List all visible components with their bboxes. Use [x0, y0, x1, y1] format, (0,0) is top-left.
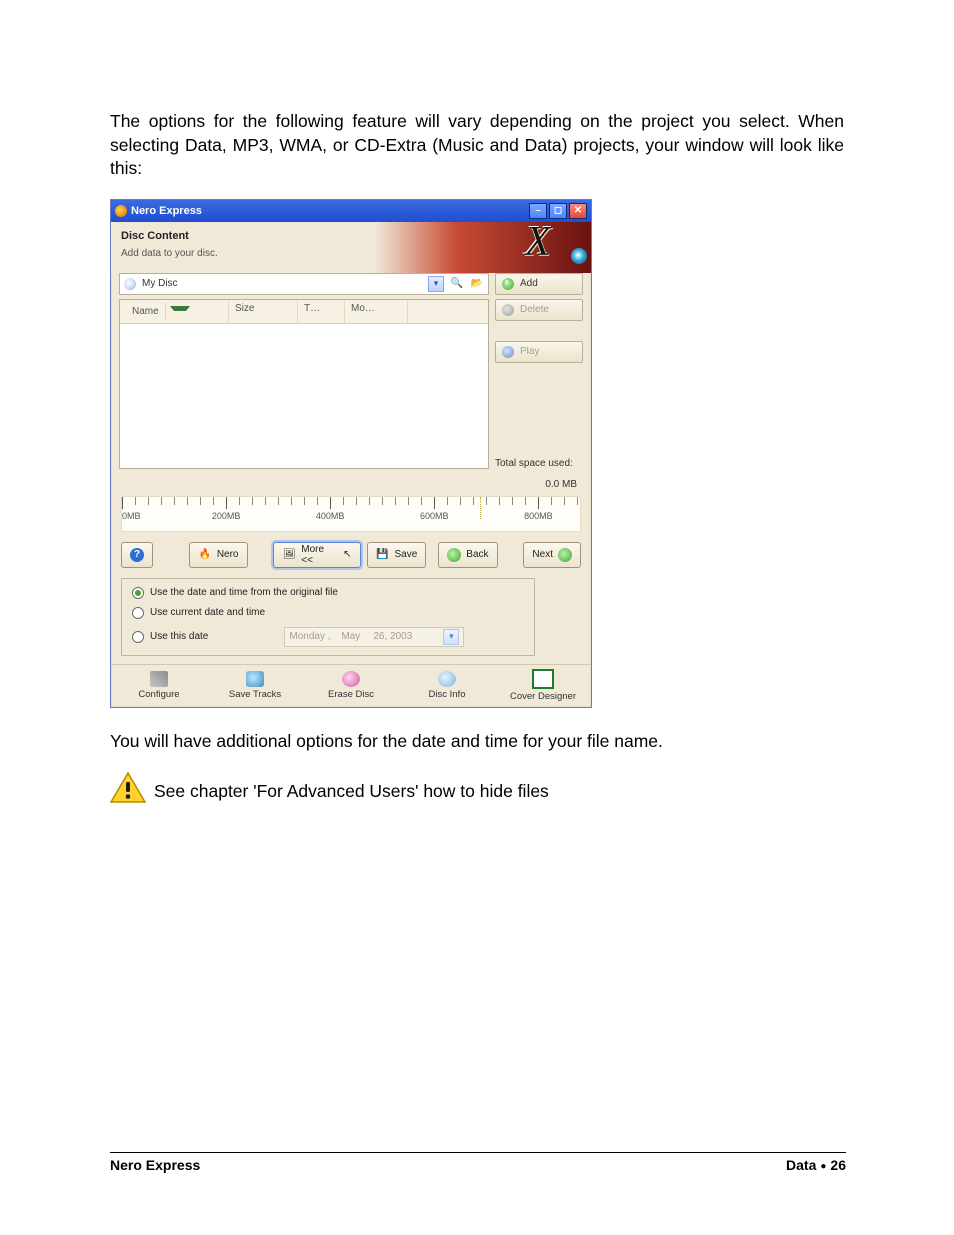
next-button[interactable]: Next — [523, 542, 581, 568]
close-button[interactable]: ✕ — [569, 203, 587, 219]
play-button[interactable]: Play — [495, 341, 583, 363]
date-options-panel: Use the date and time from the original … — [121, 578, 535, 656]
save-icon: 💾 — [376, 548, 390, 562]
brand-logo: X — [525, 224, 585, 268]
footer-right: Data●26 — [786, 1157, 846, 1173]
bottom-toolbar: Configure Save Tracks Erase Disc Disc In… — [111, 664, 591, 707]
open-folder-icon[interactable]: 📂 — [470, 277, 484, 291]
capacity-ruler: 0MB 200MB 400MB 600MB 800MB — [121, 496, 581, 532]
total-space-label: Total space used: — [495, 458, 583, 469]
save-tracks-icon — [246, 671, 264, 687]
window-title: Nero Express — [131, 205, 529, 217]
erase-icon — [342, 671, 360, 687]
help-icon: ? — [130, 548, 144, 562]
total-space-value: 0.0 MB — [111, 475, 591, 490]
disc-info-button[interactable]: Disc Info — [399, 665, 495, 707]
path-dropdown-button[interactable]: ▾ — [428, 276, 444, 292]
more-button[interactable]: 🖼More <<↖ — [273, 542, 360, 568]
file-list-header: Name Size T… Mo… — [120, 300, 488, 324]
next-icon — [558, 548, 572, 562]
col-modified[interactable]: Mo… — [345, 300, 408, 323]
col-size[interactable]: Size — [229, 300, 298, 323]
add-icon — [502, 278, 514, 290]
disc-path-value: My Disc — [142, 278, 422, 289]
header-subtitle: Add data to your disc. — [121, 248, 581, 259]
page-footer: Nero Express Data●26 — [110, 1152, 846, 1173]
save-tracks-button[interactable]: Save Tracks — [207, 665, 303, 707]
ruler-label: 400MB — [316, 511, 345, 521]
configure-button[interactable]: Configure — [111, 665, 207, 707]
ruler-label: 200MB — [212, 511, 241, 521]
play-icon — [502, 346, 514, 358]
cursor-icon: ↖ — [343, 549, 351, 560]
radio-icon — [132, 631, 144, 643]
more-icon: 🖼 — [282, 548, 296, 562]
ruler-label: 800MB — [524, 511, 553, 521]
add-button[interactable]: Add — [495, 273, 583, 295]
back-button[interactable]: Back — [438, 542, 497, 568]
warning-icon — [110, 772, 146, 804]
back-icon — [447, 548, 461, 562]
col-name[interactable]: Name — [126, 303, 166, 320]
radio-current-date[interactable]: Use current date and time — [132, 607, 524, 619]
radio-this-date[interactable]: Use this date Monday , May 26, 2003 ▾ — [132, 627, 524, 647]
radio-icon — [132, 607, 144, 619]
radio-icon — [132, 587, 144, 599]
title-bar: Nero Express – ◻ ✕ — [111, 200, 591, 222]
file-list[interactable]: Name Size T… Mo… — [119, 299, 489, 469]
browse-icon[interactable]: 🔍 — [450, 277, 464, 291]
radio-original-date[interactable]: Use the date and time from the original … — [132, 587, 524, 599]
nav-button-row: ? 🔥Nero 🖼More <<↖ 💾Save Back Next — [111, 532, 591, 578]
nero-express-window: Nero Express – ◻ ✕ Disc Content Add data… — [110, 199, 592, 708]
cover-designer-icon — [532, 669, 554, 689]
nero-button[interactable]: 🔥Nero — [189, 542, 248, 568]
maximize-button[interactable]: ◻ — [549, 203, 567, 219]
note-text: See chapter 'For Advanced Users' how to … — [154, 780, 549, 804]
help-button[interactable]: ? — [121, 542, 153, 568]
footer-left: Nero Express — [110, 1157, 200, 1173]
minimize-button[interactable]: – — [529, 203, 547, 219]
disc-icon — [124, 278, 136, 290]
ruler-label: 0MB — [122, 511, 141, 521]
disc-path-bar: My Disc ▾ 🔍 📂 — [119, 273, 489, 295]
delete-icon — [502, 304, 514, 316]
note-row: See chapter 'For Advanced Users' how to … — [110, 772, 844, 804]
cover-designer-button[interactable]: Cover Designer — [495, 665, 591, 707]
save-button[interactable]: 💾Save — [367, 542, 427, 568]
date-picker[interactable]: Monday , May 26, 2003 ▾ — [284, 627, 464, 647]
nero-icon: 🔥 — [198, 548, 212, 562]
followup-paragraph: You will have additional options for the… — [110, 730, 844, 754]
col-type[interactable]: T… — [298, 300, 345, 323]
delete-button[interactable]: Delete — [495, 299, 583, 321]
header-title: Disc Content — [121, 230, 581, 242]
window-header: Disc Content Add data to your disc. X — [111, 222, 591, 273]
intro-paragraph: The options for the following feature wi… — [110, 110, 844, 181]
erase-disc-button[interactable]: Erase Disc — [303, 665, 399, 707]
configure-icon — [150, 671, 168, 687]
ruler-ticks — [122, 497, 580, 509]
disc-info-icon — [438, 671, 456, 687]
date-dropdown-button[interactable]: ▾ — [443, 629, 459, 645]
app-icon — [115, 205, 127, 217]
capacity-limit-marker — [480, 497, 481, 519]
sort-arrow-icon — [170, 306, 190, 317]
ruler-label: 600MB — [420, 511, 449, 521]
